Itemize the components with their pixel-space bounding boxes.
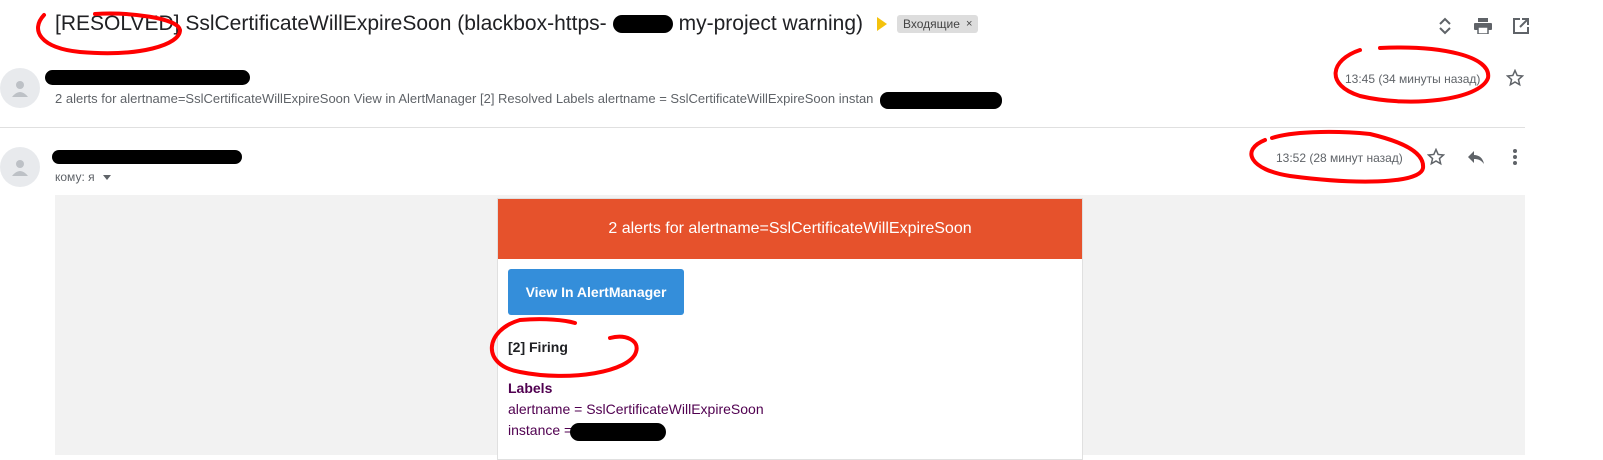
labels-heading: Labels <box>508 380 553 396</box>
redacted-text <box>612 15 673 33</box>
reply-icon[interactable] <box>1466 147 1486 167</box>
subject-suffix: my-project warning) <box>678 12 864 35</box>
firing-heading: [2] Firing <box>508 339 568 355</box>
print-icon[interactable] <box>1473 16 1493 36</box>
recipient-text: кому: я <box>55 170 95 184</box>
star-icon[interactable] <box>1505 68 1525 88</box>
label-remove-icon[interactable]: × <box>966 18 972 30</box>
importance-marker-icon[interactable] <box>877 17 888 31</box>
view-in-alertmanager-button[interactable]: View In AlertManager <box>508 269 684 315</box>
more-options-icon[interactable] <box>1505 147 1525 167</box>
label-instance: instance = <box>508 422 573 438</box>
star-icon[interactable] <box>1426 147 1446 167</box>
label-alertname: alertname = SslCertificateWillExpireSoon <box>508 401 764 417</box>
subject-prefix: [RESOLVED] SslCertificateWillExpireSoon … <box>55 12 607 35</box>
chevron-down-icon[interactable] <box>102 174 111 180</box>
expand-collapse-icon[interactable] <box>1435 16 1455 36</box>
message-snippet-text: 2 alerts for alertname=SslCertificateWil… <box>55 91 874 106</box>
alert-header-text: 2 alerts for alertname=SslCertificateWil… <box>608 220 972 237</box>
alert-card: 2 alerts for alertname=SslCertificateWil… <box>497 198 1083 460</box>
redacted-sender <box>45 70 250 85</box>
message-time: 13:52 (28 минут назад) <box>1276 151 1403 165</box>
label-chip-inbox[interactable]: Входящие × <box>897 15 979 33</box>
sender-avatar[interactable] <box>0 147 40 187</box>
message-divider <box>0 127 1525 128</box>
email-subject: [RESOLVED] SslCertificateWillExpireSoon … <box>55 12 979 36</box>
open-in-new-window-icon[interactable] <box>1511 16 1531 36</box>
redacted-snippet <box>880 92 1002 109</box>
view-in-alertmanager-label: View In AlertManager <box>525 284 667 300</box>
redacted-sender <box>52 150 242 164</box>
message-time: 13:45 (34 минуты назад) <box>1345 72 1481 86</box>
recipient-details[interactable]: кому: я <box>55 170 111 184</box>
sender-avatar[interactable] <box>0 68 40 108</box>
thread-toolbar <box>1435 16 1531 36</box>
label-chip-text: Входящие <box>903 17 960 31</box>
alert-header: 2 alerts for alertname=SslCertificateWil… <box>498 199 1082 259</box>
message-snippet[interactable]: 2 alerts for alertname=SslCertificateWil… <box>55 91 873 106</box>
redacted-instance <box>570 423 666 441</box>
